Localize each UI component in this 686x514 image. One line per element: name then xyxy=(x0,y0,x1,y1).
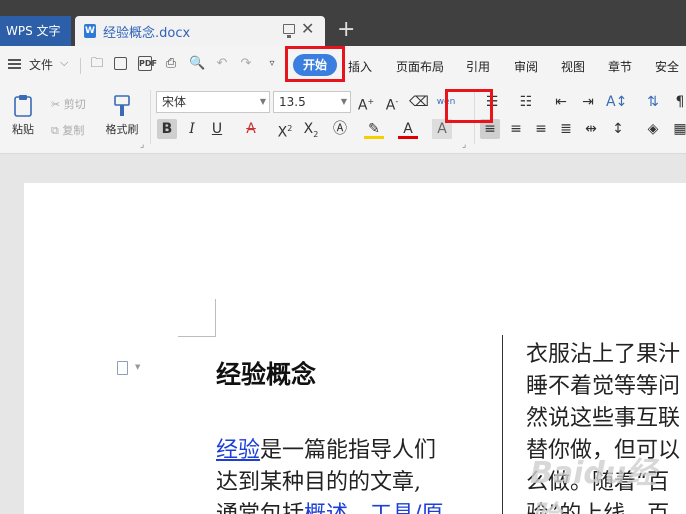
paste-button[interactable]: 粘贴 xyxy=(5,94,41,137)
undo-icon[interactable]: ↶ xyxy=(214,56,230,72)
column-divider xyxy=(502,335,503,514)
hamburger-icon[interactable] xyxy=(8,59,21,69)
text-line: 然说这些事互联 xyxy=(526,406,681,431)
tab-security[interactable]: 安全 xyxy=(655,58,679,75)
format-painter-label: 格式刷 xyxy=(105,123,139,136)
redo-icon[interactable]: ↷ xyxy=(238,56,254,72)
print-preview-icon[interactable]: 🔍 xyxy=(189,56,205,72)
text-direction-icon[interactable]: A↕ xyxy=(606,92,627,112)
app-tab[interactable]: WPS 文字 xyxy=(0,16,71,46)
customize-dropdown-icon[interactable]: ▿ xyxy=(264,56,280,72)
font-color-icon[interactable]: A xyxy=(398,119,418,139)
separator xyxy=(80,58,81,74)
close-tab-icon[interactable]: ✕ xyxy=(301,19,314,38)
baidu-watermark: Baidu经验 xyxy=(530,456,657,514)
tab-insert[interactable]: 插入 xyxy=(348,58,372,75)
shrink-font-icon[interactable]: A- xyxy=(382,92,402,114)
tab-review[interactable]: 审阅 xyxy=(514,58,538,75)
decrease-indent-icon[interactable]: ⇤ xyxy=(551,92,571,112)
margin-marker xyxy=(178,336,215,337)
align-right-icon[interactable]: ≡ xyxy=(531,119,551,139)
paste-icon xyxy=(14,95,32,117)
strikethrough-icon[interactable]: A xyxy=(241,119,261,139)
text-line: 达到某种目的的文章, xyxy=(216,470,421,495)
tab-page-layout[interactable]: 页面布局 xyxy=(396,58,444,75)
bold-icon[interactable]: B xyxy=(157,119,177,139)
brush-icon xyxy=(114,95,130,116)
text-line: 通常包括概述、工具/原 xyxy=(216,499,486,514)
font-name-select[interactable]: 宋体 ▼ xyxy=(156,91,270,113)
justify-icon[interactable]: ≣ xyxy=(556,119,576,139)
title-bar: WPS 文字 W 经验概念.docx ✕ + xyxy=(0,0,686,46)
highlight-box-home-tab xyxy=(285,46,345,82)
line-spacing-icon[interactable]: ↕ xyxy=(608,119,628,139)
clipboard-dialog-launcher[interactable]: ⌟ xyxy=(140,140,144,150)
numbering-icon[interactable]: ☷ xyxy=(516,92,536,112)
show-marks-icon[interactable]: ¶ xyxy=(670,92,686,112)
text-run: 通常包括 xyxy=(216,502,304,514)
shading-icon[interactable]: ◈ xyxy=(643,119,663,139)
docx-icon: W xyxy=(84,24,96,38)
align-center-icon[interactable]: ≡ xyxy=(506,119,526,139)
margin-marker xyxy=(215,299,216,337)
pdf-icon[interactable]: PDF xyxy=(138,56,157,71)
cut-label: 剪切 xyxy=(63,98,86,111)
superscript-icon[interactable]: X2 xyxy=(275,119,295,141)
group-separator xyxy=(150,90,151,144)
highlight-color-icon[interactable]: ✎ xyxy=(364,119,384,139)
document-heading[interactable]: 经验概念 xyxy=(216,355,316,391)
highlight-box-font-launcher xyxy=(445,89,493,123)
file-menu[interactable]: 文件 xyxy=(29,56,53,73)
font-name-value: 宋体 xyxy=(162,95,187,109)
italic-icon[interactable]: I xyxy=(182,119,202,139)
document-outline-icon[interactable] xyxy=(117,361,128,375)
ribbon: 文件 ⌵ 🗀 PDF ⎙ 🔍 ↶ ↷ ▿ 开始 插入 页面布局 引用 审阅 视图… xyxy=(0,46,686,154)
document-tab[interactable]: W 经验概念.docx ✕ xyxy=(75,16,325,46)
chevron-down-icon: ▼ xyxy=(340,97,347,106)
tab-references[interactable]: 引用 xyxy=(466,58,490,75)
text-run: 是一篇能指导人们 xyxy=(260,438,437,463)
text-effects-icon[interactable]: Ⓐ xyxy=(330,119,350,139)
paste-label: 粘贴 xyxy=(12,123,34,136)
chevron-down-icon: ▼ xyxy=(259,97,266,106)
new-tab-button[interactable]: + xyxy=(337,16,355,44)
borders-icon[interactable]: ▦ xyxy=(670,119,686,139)
clear-format-icon[interactable]: ⌫ xyxy=(409,92,429,112)
text-line: 经验是一篇能指导人们 xyxy=(216,435,486,467)
format-painter-button[interactable]: 格式刷 xyxy=(102,94,142,137)
chevron-down-icon[interactable]: ▼ xyxy=(135,363,140,371)
text-line: 衣服沾上了果汁 xyxy=(526,342,681,367)
chevron-down-icon[interactable]: ⌵ xyxy=(60,56,68,70)
distributed-icon[interactable]: ⇹ xyxy=(581,119,601,139)
cut-button[interactable]: ✂ 剪切 xyxy=(51,96,86,112)
menu-row: 文件 ⌵ 🗀 PDF ⎙ 🔍 ↶ ↷ ▿ 开始 插入 页面布局 引用 审阅 视图… xyxy=(0,46,686,84)
tool-row: 粘贴 ✂ 剪切 ⧉ 复制 格式刷 ⌟ 宋体 ▼ 13.5 ▼ A+ A- ⌫ wén… xyxy=(0,84,686,154)
copy-label: 复制 xyxy=(62,124,85,137)
print-icon[interactable]: ⎙ xyxy=(163,56,179,72)
document-tab-title: 经验概念.docx xyxy=(103,26,191,41)
underline-icon[interactable]: U xyxy=(207,119,227,139)
increase-indent-icon[interactable]: ⇥ xyxy=(578,92,598,112)
left-column-text[interactable]: 经验是一篇能指导人们 达到某种目的的文章, 通常包括概述、工具/原 xyxy=(216,435,486,514)
text-line: 睡不着觉等等问 xyxy=(526,374,681,399)
open-folder-icon[interactable]: 🗀 xyxy=(89,56,105,72)
grow-font-icon[interactable]: A+ xyxy=(356,92,376,114)
subscript-icon[interactable]: X2 xyxy=(301,119,321,139)
monitor-icon[interactable] xyxy=(283,24,295,38)
tab-view[interactable]: 视图 xyxy=(561,58,585,75)
font-size-value: 13.5 xyxy=(279,95,306,109)
copy-button[interactable]: ⧉ 复制 xyxy=(51,122,84,138)
tab-chapter[interactable]: 章节 xyxy=(608,58,632,75)
link-jingyan[interactable]: 经验 xyxy=(216,438,260,463)
font-size-select[interactable]: 13.5 ▼ xyxy=(273,91,351,113)
sort-icon[interactable]: ⇅ xyxy=(643,92,663,112)
font-dialog-launcher[interactable]: ⌟ xyxy=(462,140,466,150)
save-icon[interactable] xyxy=(114,57,127,70)
link-overview[interactable]: 概述、工具/原 xyxy=(304,502,443,514)
